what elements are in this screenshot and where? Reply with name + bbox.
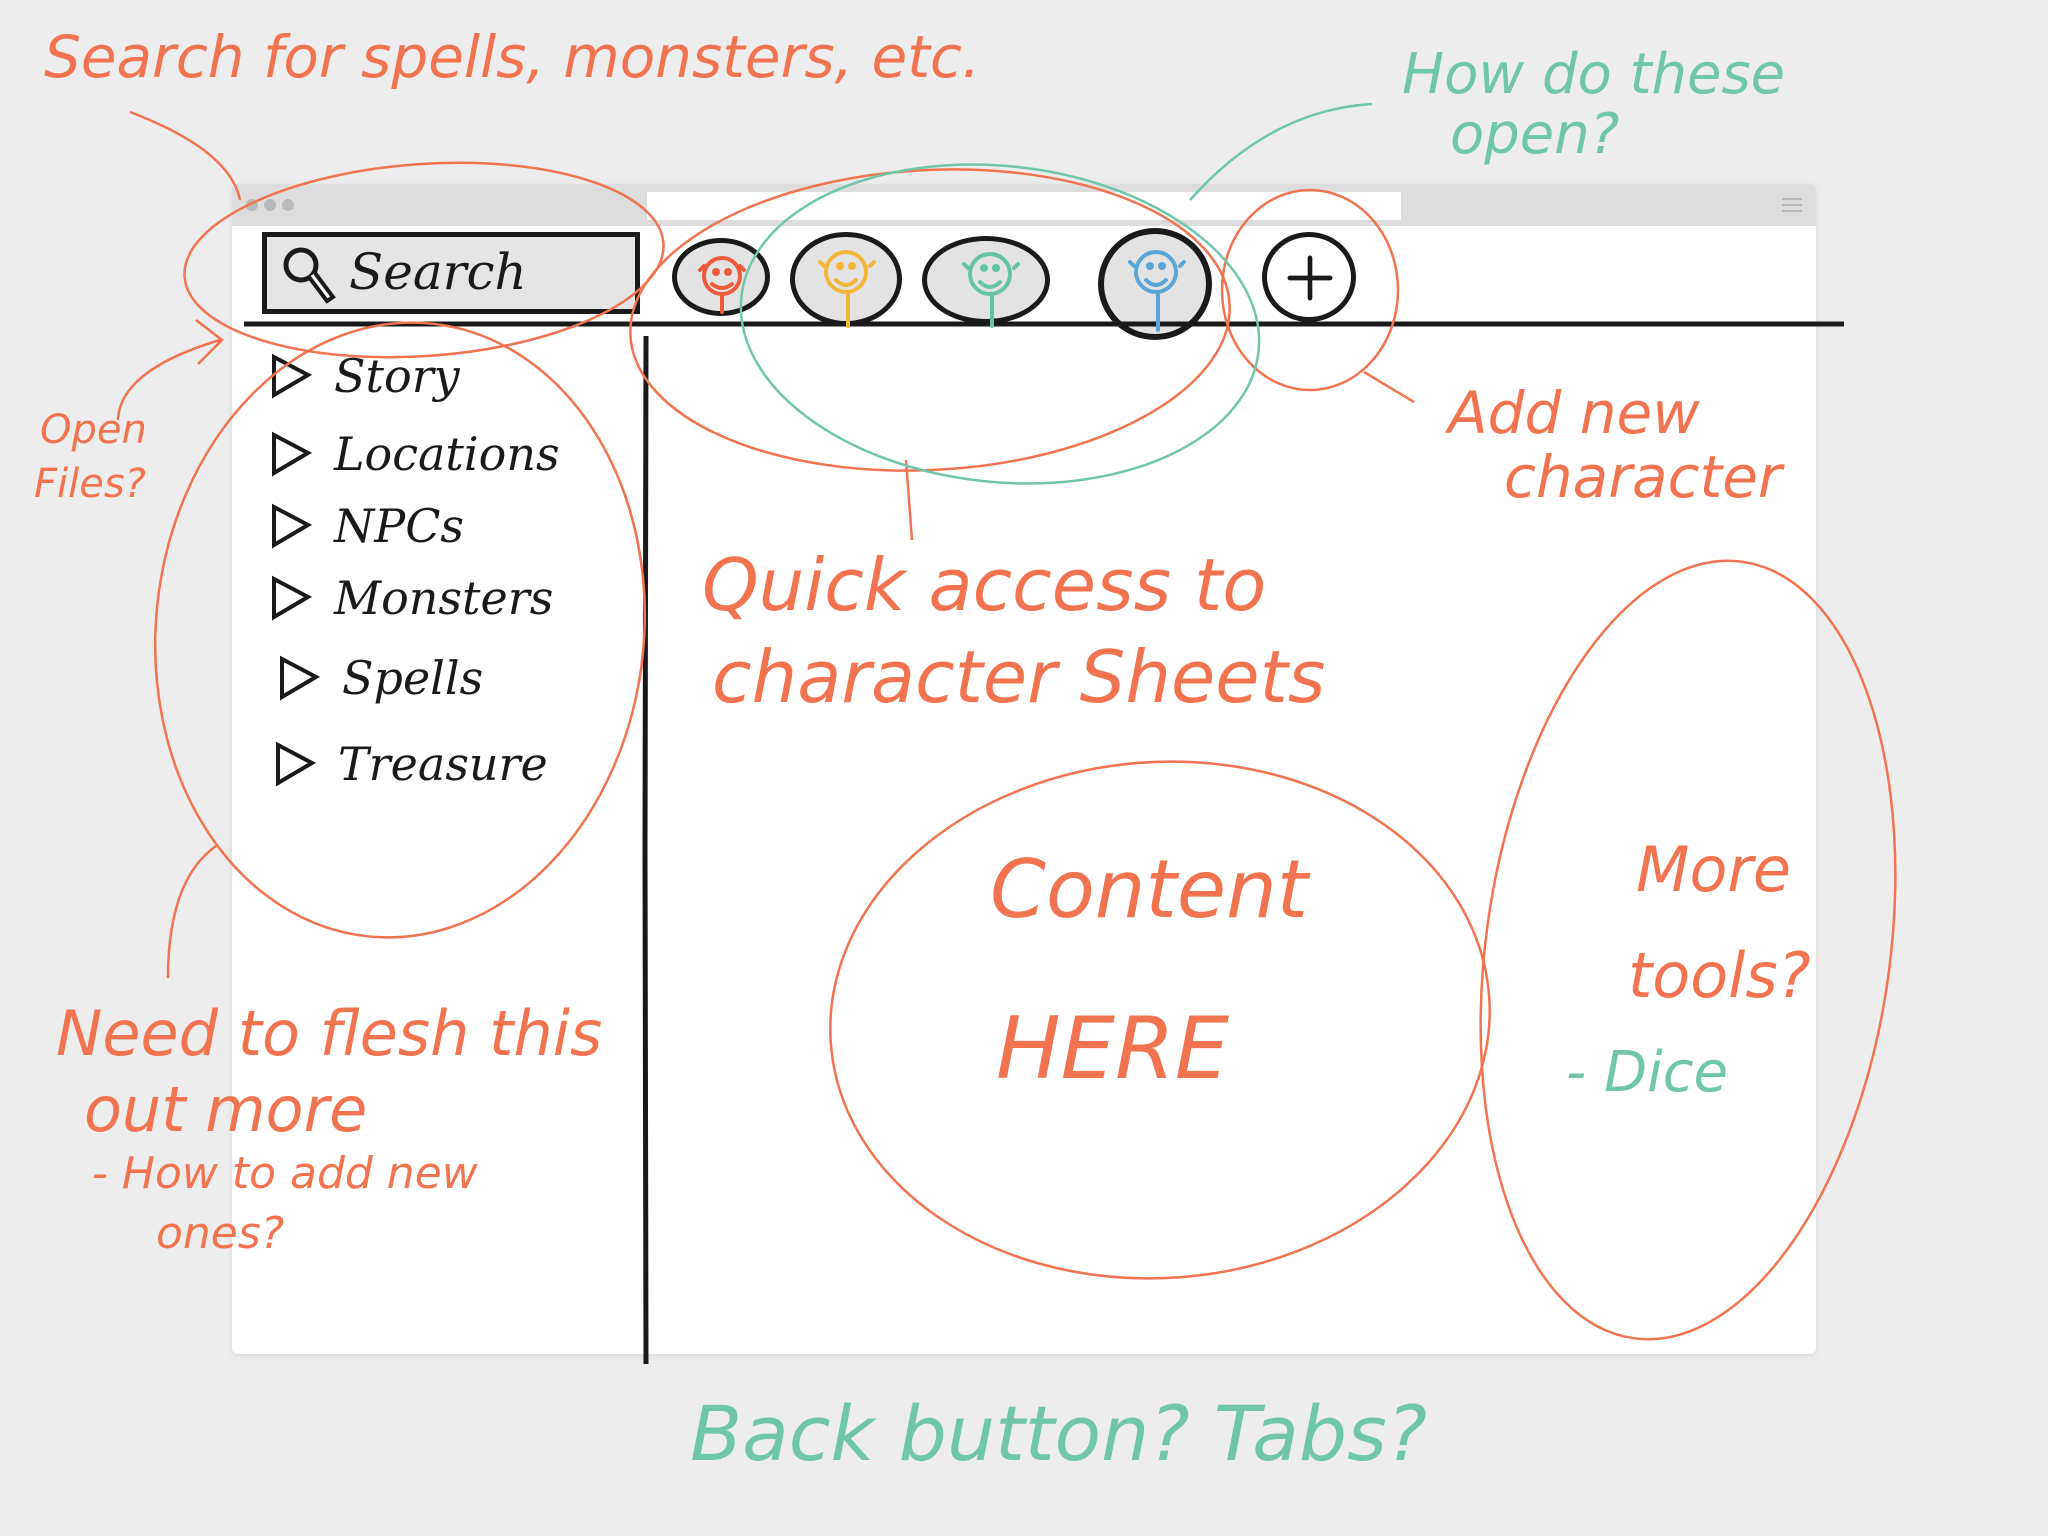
window-dot-icon[interactable] (246, 199, 258, 211)
annotation-content-line1: Content (990, 843, 1309, 936)
triangle-expand-icon (272, 431, 313, 477)
annotation-add-new-line1: - How to add new (92, 1148, 478, 1199)
triangle-expand-icon (272, 575, 313, 621)
open-files-arrow (116, 319, 224, 421)
sidebar-item-npcs[interactable]: NPCs (268, 496, 464, 556)
sidebar-item-story[interactable]: Story (268, 346, 460, 406)
sidebar-item-label: Spells (342, 651, 484, 705)
annotation-flesh-out-line2: out more (84, 1073, 368, 1146)
annotation-bottom-note: Back button? Tabs? (690, 1389, 1428, 1478)
title-bar (232, 184, 1816, 226)
add-character-button[interactable] (1262, 232, 1356, 322)
character-face-icon (809, 241, 889, 329)
character-avatar[interactable] (672, 238, 770, 316)
hamburger-menu-icon[interactable] (1782, 198, 1802, 212)
sidebar-item-spells[interactable]: Spells (276, 648, 483, 708)
annotation-add-character-line1: Add new (1448, 379, 1700, 447)
flesh-out-pointer (166, 844, 217, 979)
sidebar-item-label: NPCs (334, 499, 465, 553)
triangle-expand-icon (276, 741, 317, 787)
annotation-search-note: Search for spells, monsters, etc. (44, 23, 981, 91)
search-box[interactable]: Search (262, 232, 640, 314)
character-avatar-active[interactable] (1098, 228, 1212, 340)
annotation-open-question-line1: How do these (1402, 42, 1786, 107)
annotation-add-new-line2: ones? (156, 1208, 285, 1259)
annotation-more-tools-line1: More (1636, 833, 1792, 906)
plus-icon (1287, 255, 1333, 301)
sidebar-item-locations[interactable]: Locations (268, 424, 560, 484)
annotation-add-character-line2: character (1504, 443, 1782, 511)
address-bar[interactable] (647, 192, 1401, 220)
sidebar-item-monsters[interactable]: Monsters (268, 568, 553, 628)
triangle-expand-icon (272, 503, 313, 549)
annotation-open-files-line2: Files? (34, 461, 146, 507)
character-face-icon (685, 241, 761, 325)
character-avatar[interactable] (922, 236, 1050, 324)
sidebar-item-treasure[interactable]: Treasure (272, 734, 548, 794)
annotation-quick-access-line2: character Sheets (712, 635, 1326, 719)
annotation-dice-note: - Dice (1566, 1040, 1728, 1105)
annotation-open-files-line1: Open (40, 407, 147, 453)
character-face-icon (1116, 240, 1198, 336)
search-label: Search (349, 243, 527, 301)
sidebar-item-label: Monsters (334, 571, 554, 625)
magnifier-icon (283, 247, 336, 304)
annotation-content-line2: HERE (996, 999, 1230, 1099)
search-arrow (129, 110, 242, 201)
annotation-open-question-line2: open? (1450, 102, 1620, 167)
sidebar-item-label: Treasure (338, 737, 548, 791)
window-dot-icon[interactable] (282, 199, 294, 211)
window-dot-icon[interactable] (264, 199, 276, 211)
annotation-more-tools-line2: tools? (1628, 939, 1811, 1012)
character-avatar[interactable] (790, 232, 902, 326)
annotation-quick-access-line1: Quick access to (702, 543, 1267, 627)
character-face-icon (949, 241, 1029, 331)
annotation-flesh-out-line1: Need to flesh this (56, 997, 603, 1070)
triangle-expand-icon (280, 655, 321, 701)
triangle-expand-icon (272, 353, 313, 399)
sidebar-item-label: Locations (334, 427, 560, 481)
sidebar-item-label: Story (334, 349, 460, 403)
